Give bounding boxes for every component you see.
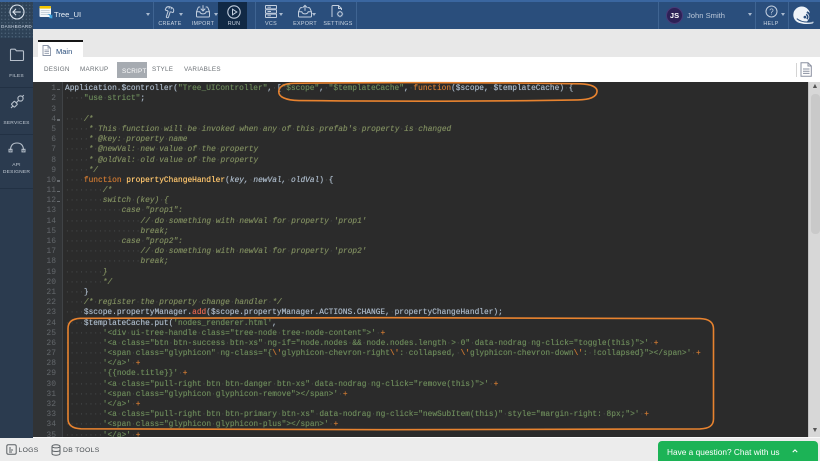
svg-text:?: ? <box>769 7 774 16</box>
